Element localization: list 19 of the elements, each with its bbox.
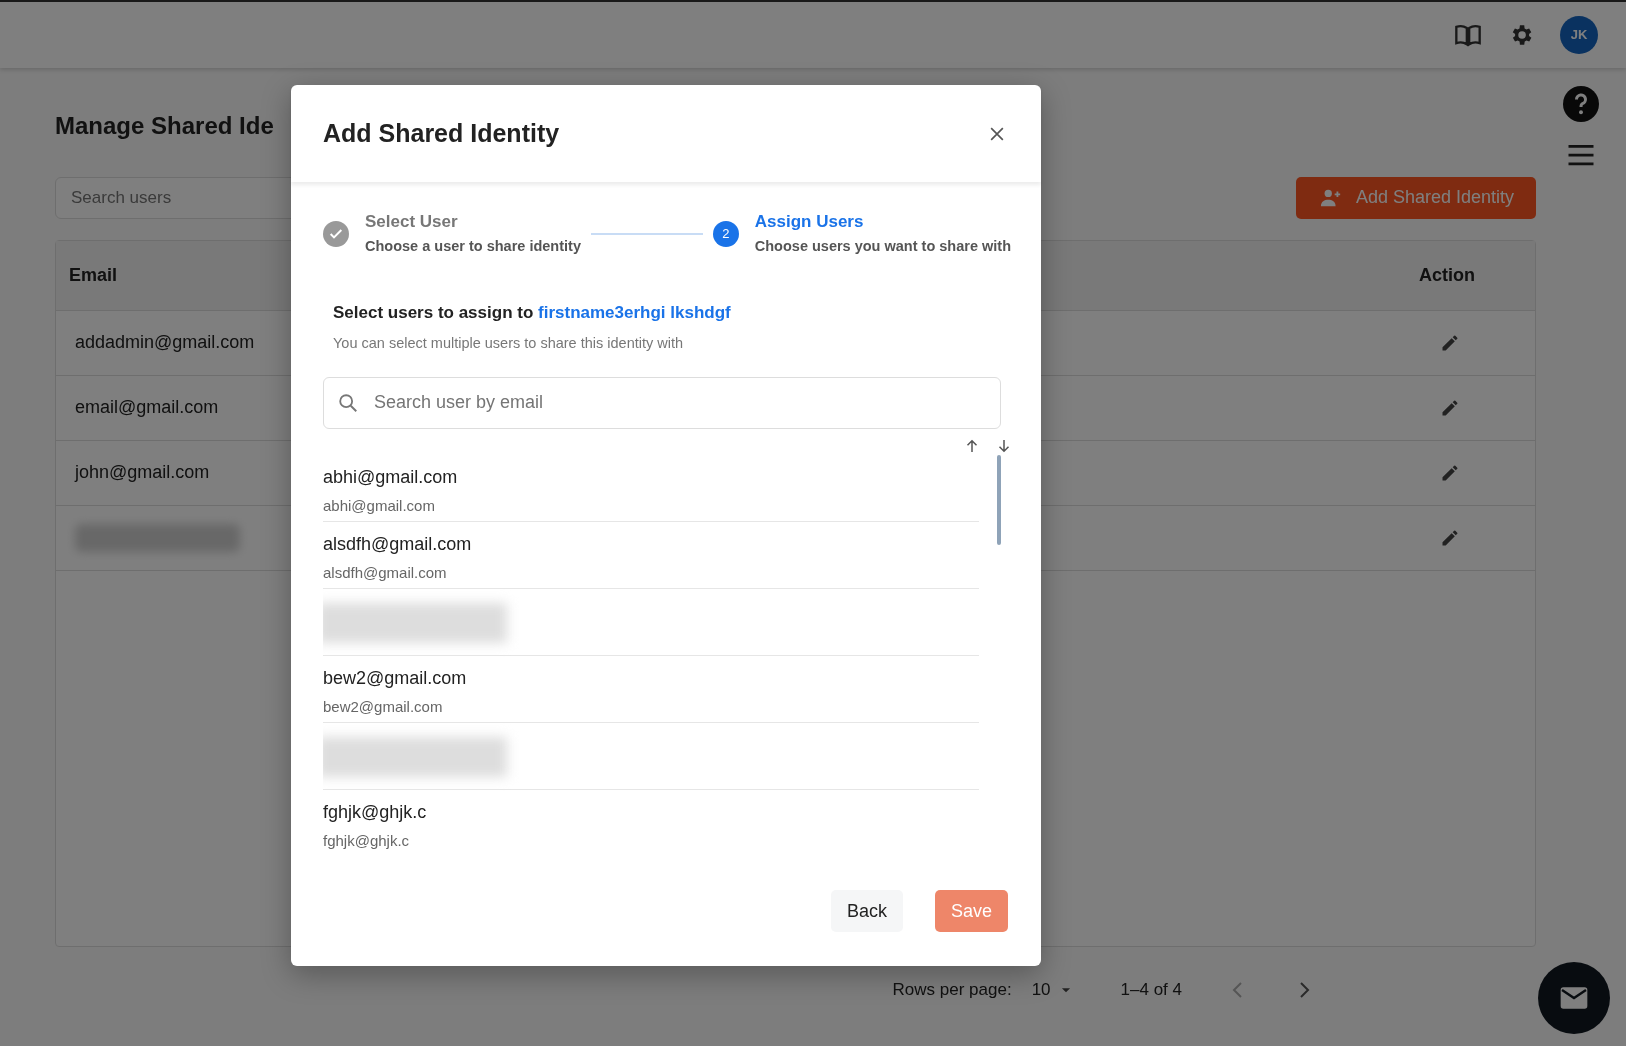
rows-per-page-label: Rows per page:: [892, 978, 1012, 1001]
column-header: Email: [69, 263, 118, 287]
rows-per-page-value: 10: [1031, 978, 1051, 1001]
table-cell-text: email@gmail.com: [75, 396, 219, 420]
step-subtitle: Choose a user to share identity: [365, 238, 581, 256]
page-range: 1–4 of 4: [1120, 978, 1182, 1001]
step-subtitle: Choose users you want to share with: [754, 238, 1011, 256]
table-cell-text: john@gmail.com: [75, 461, 210, 485]
user-email: fghjk@ghjk.c: [323, 831, 411, 850]
user-email: abhi@gmail.com: [323, 496, 436, 515]
page-title: Manage Shared Ide: [55, 112, 274, 141]
dialog-title: Add Shared Identity: [323, 118, 560, 149]
table-cell-text: addadmin@gmail.com: [75, 331, 255, 355]
hint-text: You can select multiple users to share this identity with: [333, 334, 685, 354]
step-number: 2: [722, 225, 730, 244]
user-email: alsdfh@gmail.com: [323, 563, 448, 582]
user-email: bew2@gmail.com: [323, 697, 444, 716]
assign-heading: Select users to assign to firstname3erhgi lkshdgf: [333, 301, 732, 324]
column-header: Action: [1419, 263, 1475, 287]
